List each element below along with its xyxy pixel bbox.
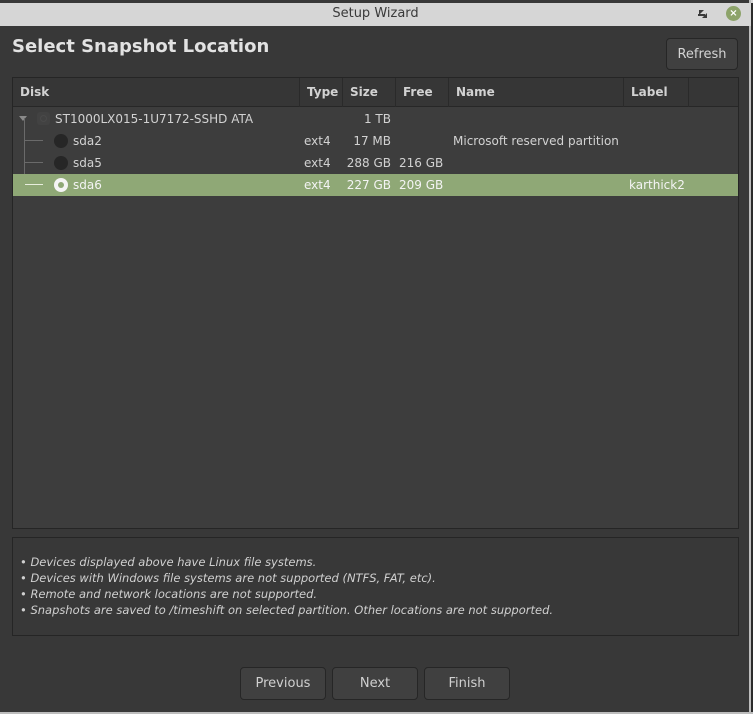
partition-free: 216 GB — [399, 156, 444, 170]
column-header-name[interactable]: Name — [449, 78, 624, 107]
radio-button-checked[interactable] — [54, 178, 68, 192]
disk-name: ST1000LX015-1U7172-SSHD ATA — [55, 112, 254, 126]
info-line: • Devices displayed above have Linux fil… — [20, 555, 317, 569]
partition-size: 288 GB — [346, 156, 391, 170]
finish-button[interactable]: Finish — [424, 667, 510, 700]
partition-type: ext4 — [304, 156, 331, 170]
partition-free: 209 GB — [399, 178, 444, 192]
info-line: • Remote and network locations are not s… — [20, 587, 318, 601]
partition-size: 17 MB — [353, 134, 391, 148]
info-line: • Snapshots are saved to /timeshift on s… — [20, 603, 554, 617]
expander-triangle-icon[interactable] — [19, 116, 27, 121]
partition-device: sda5 — [73, 156, 102, 170]
column-header-filler — [689, 78, 738, 107]
partition-row-selected[interactable]: sda6 ext4 227 GB 209 GB karthick2 — [13, 174, 738, 196]
title-bar[interactable]: Setup Wizard × — [0, 3, 751, 26]
disk-size: 1 TB — [363, 112, 391, 126]
setup-wizard-window: Setup Wizard × Select Snapshot Location … — [0, 0, 751, 714]
column-header-label[interactable]: Label — [624, 78, 689, 107]
column-header-free[interactable]: Free — [396, 78, 449, 107]
disk-row[interactable]: ST1000LX015-1U7172-SSHD ATA 1 TB — [13, 108, 738, 130]
partition-label: karthick2 — [629, 178, 685, 192]
partition-row[interactable]: sda5 ext4 288 GB 216 GB — [13, 152, 738, 174]
partition-device: sda6 — [73, 178, 102, 192]
next-button[interactable]: Next — [332, 667, 418, 700]
column-header-size[interactable]: Size — [343, 78, 396, 107]
radio-button[interactable] — [54, 156, 68, 170]
disk-tree[interactable]: Disk Type Size Free Name Label ST1000LX0… — [12, 77, 739, 529]
partition-size: 227 GB — [346, 178, 391, 192]
column-header-disk[interactable]: Disk — [13, 78, 300, 107]
tree-line — [25, 184, 43, 185]
maximize-icon[interactable] — [696, 7, 710, 21]
column-header-type[interactable]: Type — [300, 78, 343, 107]
refresh-button[interactable]: Refresh — [666, 38, 738, 70]
partition-type: ext4 — [304, 178, 331, 192]
partition-type: ext4 — [304, 134, 331, 148]
radio-button[interactable] — [54, 134, 68, 148]
close-icon[interactable]: × — [726, 6, 741, 21]
window-title: Setup Wizard — [332, 6, 419, 21]
partition-name: Microsoft reserved partition — [453, 134, 619, 148]
disk-radio-icon — [37, 112, 50, 125]
partition-row[interactable]: sda2 ext4 17 MB Microsoft reserved parti… — [13, 130, 738, 152]
info-line: • Devices with Windows file systems are … — [20, 571, 436, 585]
info-panel: • Devices displayed above have Linux fil… — [12, 537, 739, 636]
tree-header: Disk Type Size Free Name Label — [13, 78, 738, 107]
page-title: Select Snapshot Location — [12, 36, 270, 57]
partition-device: sda2 — [73, 134, 102, 148]
previous-button[interactable]: Previous — [240, 667, 326, 700]
